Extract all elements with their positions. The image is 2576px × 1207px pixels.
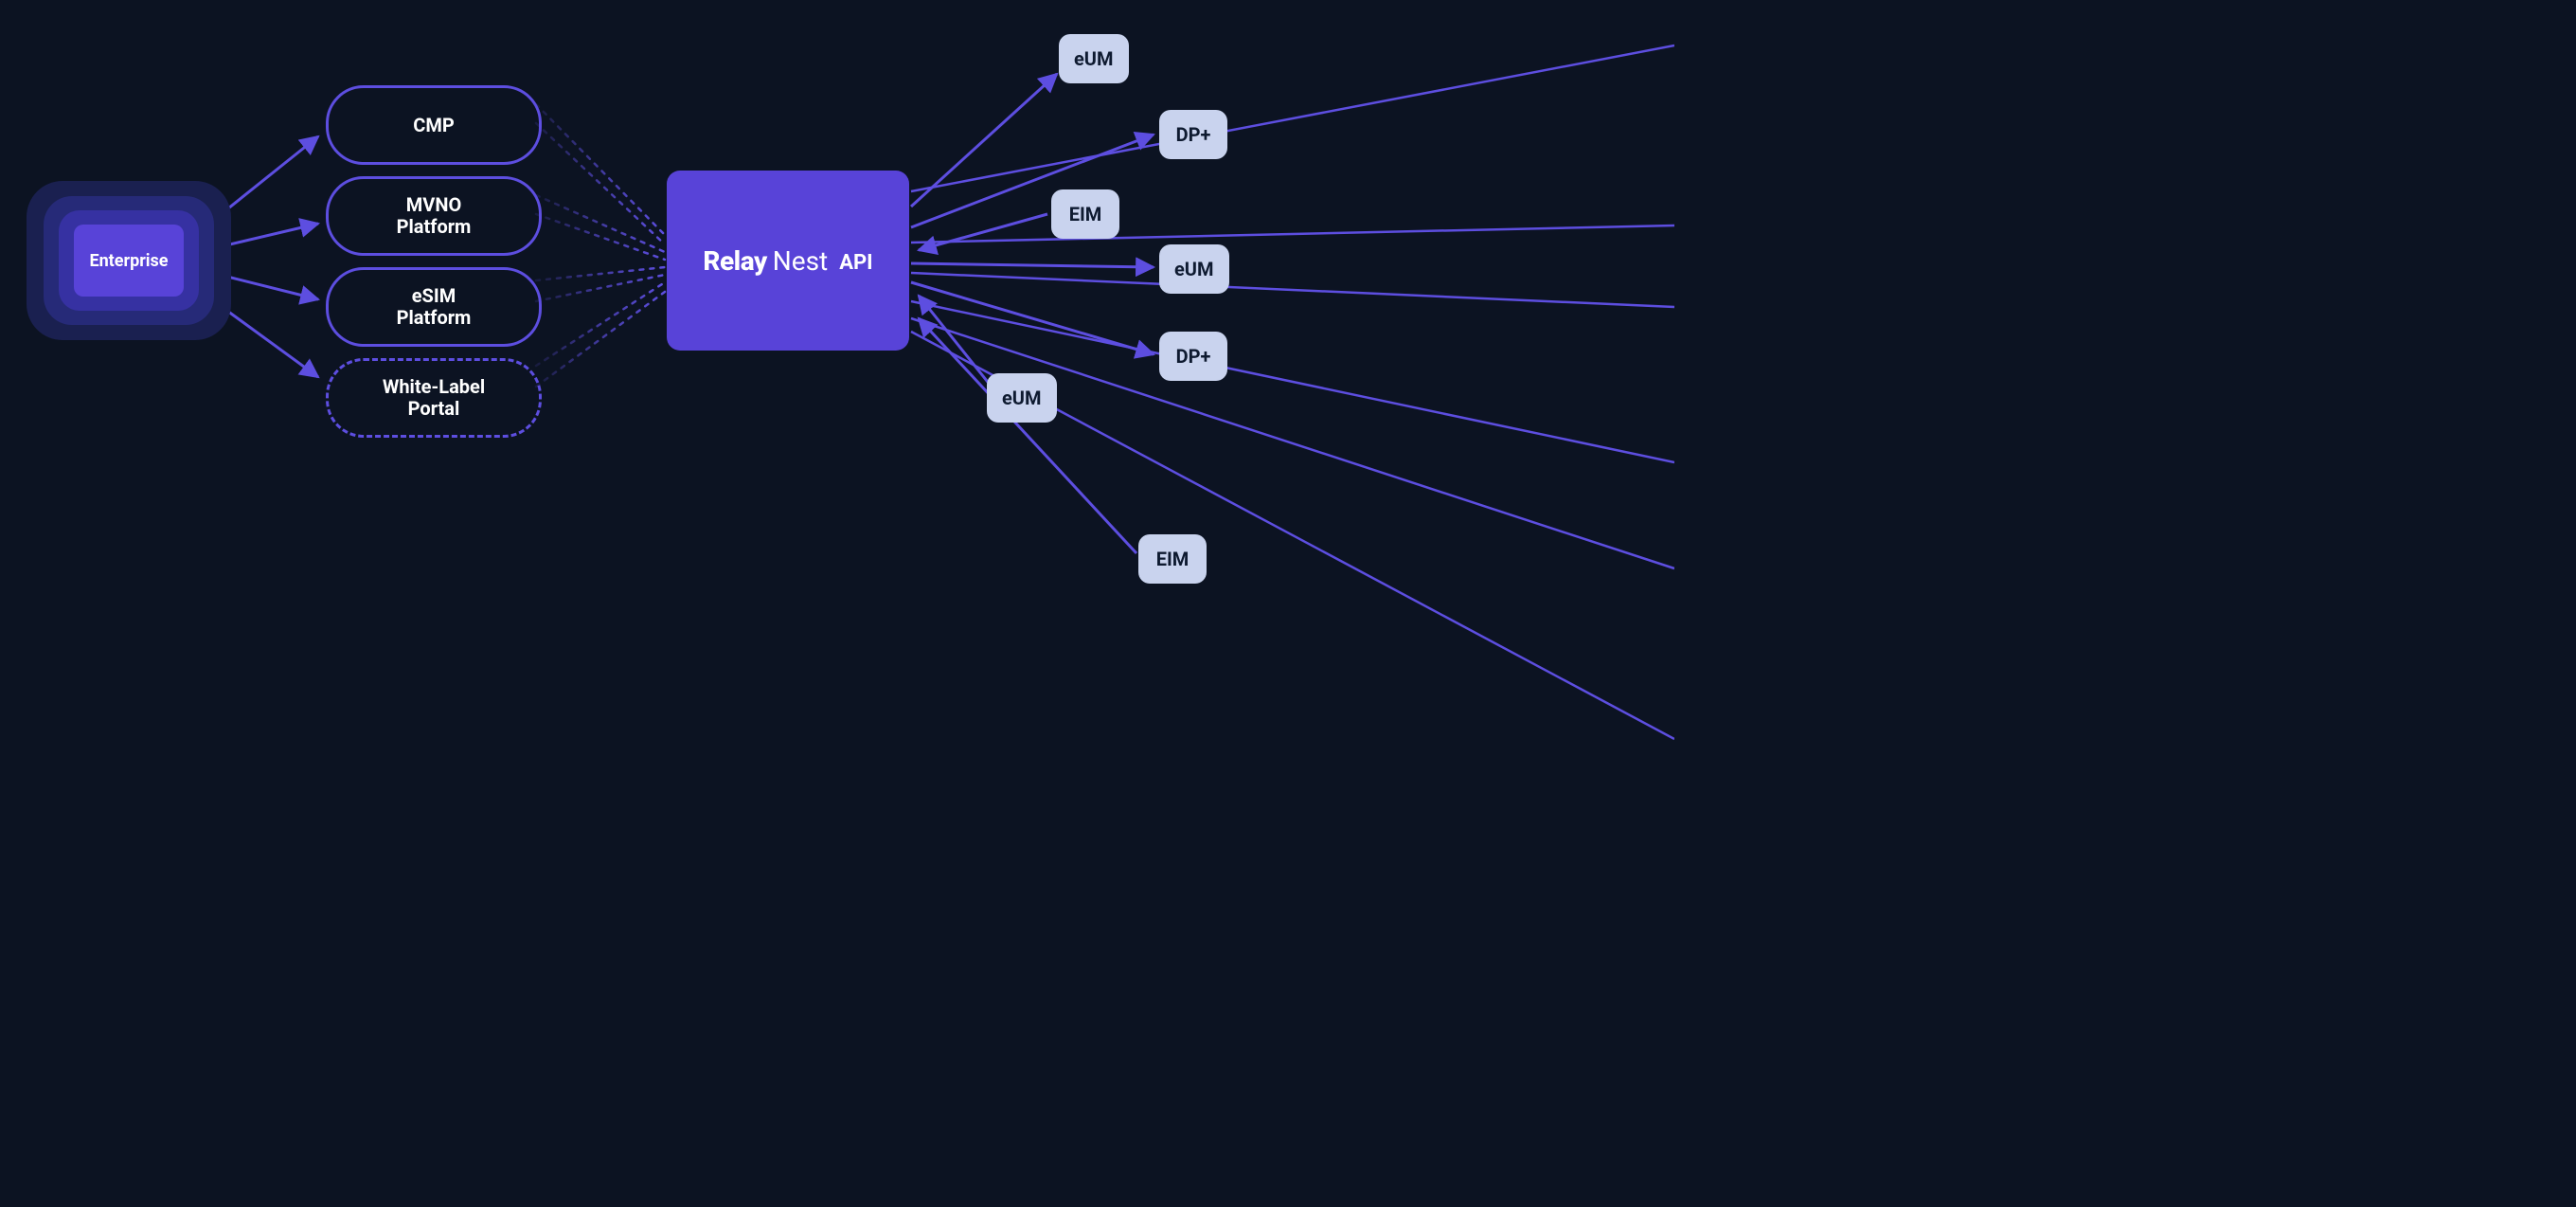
pill-cmp: CMP: [326, 85, 542, 165]
connectors-layer: [0, 0, 1674, 784]
output-node-eum-3: eUM: [987, 373, 1057, 423]
output-node-eim-2: EIM: [1138, 534, 1207, 584]
output-label: EIM: [1156, 548, 1190, 570]
enterprise-label: Enterprise: [89, 251, 168, 271]
output-node-eum-2: eUM: [1159, 244, 1229, 294]
api-brand-bold: Relay: [703, 245, 766, 277]
pill-white-label-label: White-Label Portal: [383, 376, 485, 420]
pill-mvno-label: MVNO Platform: [397, 194, 472, 238]
pill-esim: eSIM Platform: [326, 267, 542, 347]
output-label: DP+: [1176, 345, 1211, 368]
architecture-diagram: Enterprise CMP MVNO Platform eSIM Platfo…: [0, 0, 1674, 784]
output-node-eim-1: EIM: [1051, 189, 1119, 239]
output-node-dp-1: DP+: [1159, 110, 1227, 159]
api-brand-light: Nest: [773, 245, 828, 277]
output-node-eum-1: eUM: [1059, 34, 1129, 83]
pill-cmp-label: CMP: [413, 115, 455, 136]
pill-mvno: MVNO Platform: [326, 176, 542, 256]
output-label: EIM: [1069, 203, 1102, 225]
output-node-dp-2: DP+: [1159, 332, 1227, 381]
output-label: eUM: [1074, 47, 1114, 70]
output-label: eUM: [1174, 258, 1214, 280]
enterprise-node: Enterprise: [74, 225, 184, 297]
output-label: eUM: [1002, 387, 1042, 409]
output-label: DP+: [1176, 123, 1211, 146]
pill-white-label: White-Label Portal: [326, 358, 542, 438]
api-center-node: RelayNest API: [667, 171, 909, 351]
pill-esim-label: eSIM Platform: [397, 285, 472, 329]
api-suffix: API: [839, 251, 872, 275]
